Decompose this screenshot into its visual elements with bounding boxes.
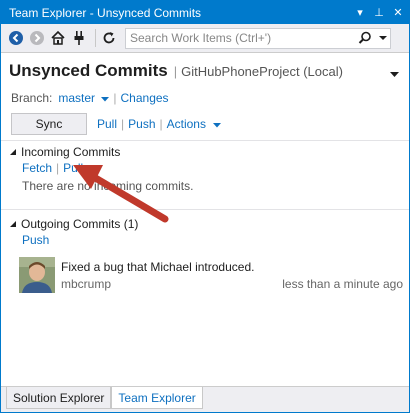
fetch-link[interactable]: Fetch (22, 161, 52, 175)
link-separator: | (113, 91, 117, 105)
commit-item[interactable]: Fixed a bug that Michael introduced. mbc… (19, 257, 403, 297)
page-header: Unsynced Commits | GitHubPhoneProject (Lo… (9, 61, 401, 85)
incoming-header[interactable]: Incoming Commits (9, 145, 401, 159)
actions-menu[interactable]: Actions (167, 117, 222, 131)
search-icon[interactable] (354, 31, 376, 45)
incoming-title: Incoming Commits (21, 145, 121, 159)
forward-icon[interactable] (28, 29, 46, 47)
home-icon[interactable] (49, 29, 67, 47)
sync-button[interactable]: Sync (11, 113, 87, 135)
window-title: Team Explorer - Unsynced Commits (9, 5, 202, 20)
branch-chevron-down-icon (101, 97, 110, 102)
action-row: Sync Pull | Push | Actions (11, 113, 222, 135)
commit-author: mbcrump (61, 277, 112, 291)
pin-icon[interactable]: ⊥ (371, 6, 387, 19)
section-divider (1, 140, 409, 141)
search-dropdown-icon[interactable] (376, 35, 390, 41)
link-separator: | (121, 117, 125, 131)
repository-name: GitHubPhoneProject (Local) (181, 64, 343, 79)
team-explorer-window: Team Explorer - Unsynced Commits ▾ ⊥ ✕ S… (0, 0, 410, 413)
branch-value: master (58, 91, 96, 105)
connect-icon[interactable] (70, 29, 88, 47)
push-link[interactable]: Push (128, 117, 155, 131)
branch-row: Branch: master | Changes (11, 91, 169, 105)
tab-solution-explorer[interactable]: Solution Explorer (6, 387, 112, 409)
commit-time: less than a minute ago (282, 277, 403, 291)
collapse-triangle-icon (10, 221, 16, 227)
link-separator: | (159, 117, 163, 131)
window-dropdown-icon[interactable]: ▾ (352, 6, 368, 19)
outgoing-push-link[interactable]: Push (22, 233, 49, 247)
tab-team-explorer[interactable]: Team Explorer (111, 387, 203, 409)
toolbar: Search Work Items (Ctrl+') (1, 24, 409, 53)
page-subtitle: | GitHubPhoneProject (Local) (174, 64, 343, 79)
refresh-icon[interactable] (100, 29, 118, 47)
changes-link[interactable]: Changes (121, 91, 169, 105)
tool-window-tabs: Solution Explorer Team Explorer (1, 386, 409, 412)
actions-chevron-down-icon (213, 123, 222, 128)
search-input[interactable]: Search Work Items (Ctrl+') (125, 27, 391, 49)
pull-link[interactable]: Pull (97, 117, 117, 131)
back-icon[interactable] (7, 29, 25, 47)
branch-selector[interactable]: master (58, 91, 110, 105)
commit-message: Fixed a bug that Michael introduced. (61, 260, 255, 274)
outgoing-links: Push (22, 233, 401, 247)
page-title: Unsynced Commits (9, 61, 168, 80)
title-bar: Team Explorer - Unsynced Commits ▾ ⊥ ✕ (1, 1, 409, 24)
collapse-triangle-icon (10, 149, 16, 155)
actions-label: Actions (166, 117, 206, 131)
branch-label: Branch: (11, 91, 53, 105)
toolbar-separator (95, 29, 96, 47)
annotation-arrow-icon (73, 165, 169, 223)
unsynced-commits-page: Unsynced Commits | GitHubPhoneProject (Lo… (1, 53, 409, 385)
author-avatar (19, 257, 55, 293)
link-separator: | (56, 161, 60, 175)
page-dropdown-icon[interactable] (390, 67, 399, 81)
title-separator: | (173, 64, 178, 79)
search-placeholder: Search Work Items (Ctrl+') (130, 31, 272, 45)
close-icon[interactable]: ✕ (390, 6, 406, 19)
